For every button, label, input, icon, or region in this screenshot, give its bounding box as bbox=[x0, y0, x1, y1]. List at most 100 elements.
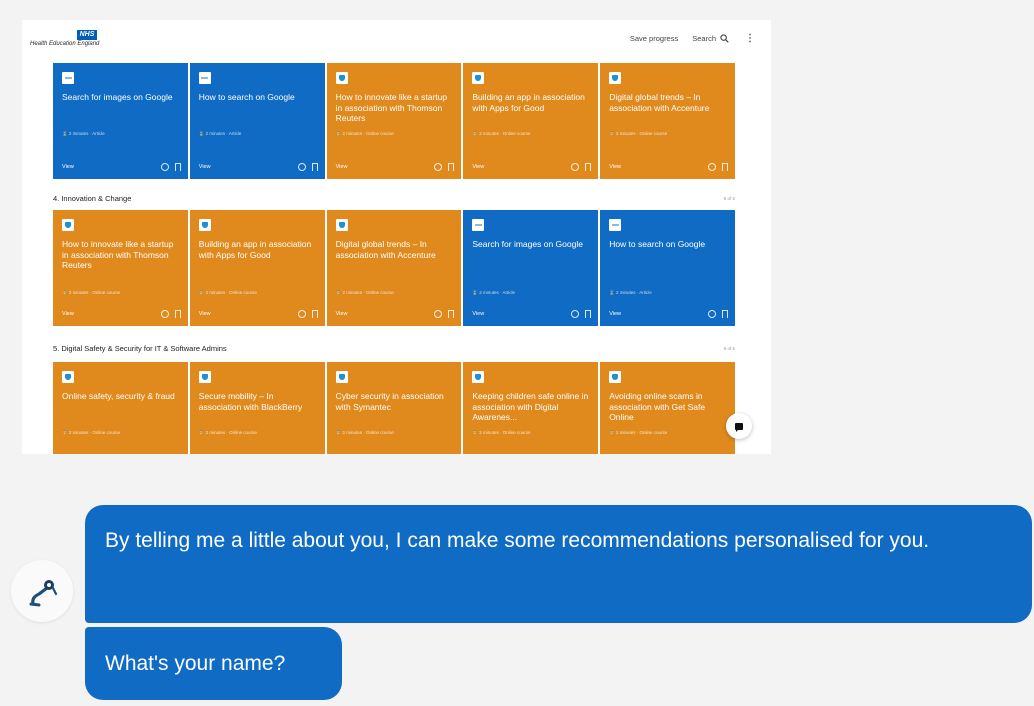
course-meta: ⌛ 2 minutes · Online course bbox=[472, 430, 531, 435]
course-meta: ⌛ 2 minutes · Article bbox=[62, 131, 105, 136]
bookmark-icon[interactable] bbox=[721, 163, 728, 171]
view-link[interactable]: View bbox=[336, 311, 348, 317]
clock-icon[interactable] bbox=[434, 310, 443, 318]
clock-icon[interactable] bbox=[297, 310, 306, 318]
heart-shield-icon bbox=[62, 219, 74, 231]
course-card[interactable]: How to innovate like a startup in associ… bbox=[53, 210, 188, 326]
bookmark-icon[interactable] bbox=[174, 163, 181, 171]
chat-bubble-icon bbox=[735, 422, 743, 432]
clock-icon[interactable] bbox=[571, 310, 580, 318]
clock-icon[interactable] bbox=[297, 163, 306, 171]
view-link[interactable]: View bbox=[336, 164, 348, 170]
shield-shape bbox=[475, 75, 482, 81]
heart-shield-icon bbox=[472, 72, 485, 84]
section-title: 5. Digital Safety & Security for IT & So… bbox=[53, 344, 227, 353]
chat-message-bot: By telling me a little about you, I can … bbox=[85, 505, 1032, 623]
bookmark-icon[interactable] bbox=[585, 310, 592, 318]
heart-shield-icon bbox=[198, 219, 211, 231]
course-card[interactable]: Secure mobility – In association with Bl… bbox=[189, 362, 325, 454]
clock-icon[interactable] bbox=[434, 163, 443, 171]
org-name: Health Education England bbox=[30, 40, 100, 47]
shield-shape bbox=[612, 75, 619, 81]
clock-icon[interactable] bbox=[707, 310, 716, 318]
card-actions bbox=[707, 163, 728, 171]
view-link[interactable]: View bbox=[609, 311, 621, 317]
bookmark-icon[interactable] bbox=[448, 310, 455, 318]
card-actions bbox=[571, 310, 592, 318]
course-card[interactable]: How to search on Google ⌛ 2 minutes · Art… bbox=[600, 210, 735, 326]
course-meta: ⌛ 2 minutes · Online course bbox=[62, 430, 121, 435]
bookmark-icon[interactable] bbox=[585, 163, 592, 171]
more-menu-icon[interactable]: ⋮ bbox=[743, 33, 757, 44]
view-link[interactable]: View bbox=[472, 164, 484, 170]
course-meta: ⌛ 2 minutes · Online course bbox=[472, 131, 531, 136]
hee-logo[interactable]: NHS Health Education England bbox=[30, 29, 100, 47]
course-card[interactable]: Online safety, security & fraud ⌛ 2 minut… bbox=[53, 362, 188, 454]
course-card[interactable]: Building an app in association with Apps… bbox=[463, 63, 599, 179]
bookmark-icon[interactable] bbox=[174, 310, 181, 318]
course-card[interactable]: Building an app in association with Apps… bbox=[189, 210, 325, 326]
view-link[interactable]: View bbox=[199, 164, 211, 170]
card-actions bbox=[297, 163, 318, 171]
clock-icon[interactable] bbox=[160, 310, 169, 318]
course-meta: ⌛ 2 minutes · Online course bbox=[198, 430, 257, 435]
course-card[interactable]: Search for images on Google ⌛ 2 minutes ·… bbox=[463, 210, 599, 326]
course-title: Digital global trends – In association w… bbox=[609, 92, 710, 113]
search-button[interactable]: Search bbox=[692, 34, 729, 43]
course-card[interactable]: Digital global trends – In association w… bbox=[600, 63, 735, 179]
course-title: Avoiding online scams in association wit… bbox=[609, 391, 706, 422]
course-card[interactable]: Digital global trends – In association w… bbox=[326, 210, 462, 326]
assistant-avatar bbox=[11, 560, 73, 622]
document-line bbox=[64, 77, 72, 79]
view-link[interactable]: View bbox=[472, 311, 484, 317]
bookmark-icon[interactable] bbox=[448, 163, 455, 171]
shield-shape bbox=[65, 222, 71, 228]
course-meta: ⌛ 2 minutes · Online course bbox=[335, 290, 394, 295]
section-header-innovation: 4. Innovation & Change 5 of 5 bbox=[53, 194, 735, 203]
document-line bbox=[474, 224, 482, 226]
course-card[interactable]: Cyber security in association with Syman… bbox=[326, 362, 462, 454]
shield-shape bbox=[201, 374, 208, 380]
save-progress-link[interactable]: Save progress bbox=[630, 34, 678, 43]
course-title: How to innovate like a startup in associ… bbox=[62, 239, 174, 270]
course-browser-screenshot: NHS Health Education England Save progre… bbox=[22, 20, 771, 454]
search-icon bbox=[720, 33, 729, 43]
course-title: Keeping children safe online in associat… bbox=[472, 391, 589, 422]
shield-shape bbox=[338, 222, 345, 228]
search-label: Search bbox=[692, 33, 716, 43]
course-card[interactable]: Search for images on Google ⌛ 2 minutes ·… bbox=[53, 63, 188, 179]
bookmark-icon[interactable] bbox=[311, 310, 318, 318]
card-actions bbox=[434, 163, 455, 171]
course-meta: ⌛ 2 minutes · Online course bbox=[335, 430, 394, 435]
view-link[interactable]: View bbox=[62, 311, 74, 317]
bookmark-icon[interactable] bbox=[721, 310, 728, 318]
clock-icon[interactable] bbox=[707, 163, 716, 171]
shield-shape bbox=[201, 222, 208, 228]
document-icon bbox=[609, 219, 622, 231]
course-card[interactable]: Avoiding online scams in association wit… bbox=[600, 362, 735, 454]
card-row-1: Search for images on Google ⌛ 2 minutes ·… bbox=[53, 63, 735, 179]
clock-icon[interactable] bbox=[571, 163, 580, 171]
view-link[interactable]: View bbox=[609, 164, 621, 170]
section-count: 5 of 5 bbox=[723, 196, 735, 201]
course-card[interactable]: Keeping children safe online in associat… bbox=[463, 362, 599, 454]
view-link[interactable]: View bbox=[199, 311, 211, 317]
heart-shield-icon bbox=[335, 219, 348, 231]
course-title: How to search on Google bbox=[198, 92, 295, 102]
section-header-digital-safety: 5. Digital Safety & Security for IT & So… bbox=[53, 344, 735, 353]
card-actions bbox=[160, 163, 181, 171]
course-card[interactable]: How to innovate like a startup in associ… bbox=[326, 63, 462, 179]
course-card[interactable]: How to search on Google ⌛ 2 minutes · Art… bbox=[189, 63, 325, 179]
course-title: Online safety, security & fraud bbox=[62, 391, 175, 401]
course-meta: ⌛ 2 minutes · Article bbox=[609, 290, 652, 295]
course-title: Building an app in association with Apps… bbox=[472, 92, 585, 113]
bookmark-icon[interactable] bbox=[311, 163, 318, 171]
clock-icon[interactable] bbox=[160, 163, 169, 171]
course-title: Secure mobility – In association with Bl… bbox=[198, 391, 303, 412]
view-link[interactable]: View bbox=[62, 164, 74, 170]
course-title: Cyber security in association with Syman… bbox=[335, 391, 444, 412]
course-title: Search for images on Google bbox=[472, 239, 583, 249]
chat-fab-button[interactable] bbox=[726, 413, 752, 439]
document-icon bbox=[62, 72, 74, 84]
heart-shield-icon bbox=[472, 371, 485, 383]
